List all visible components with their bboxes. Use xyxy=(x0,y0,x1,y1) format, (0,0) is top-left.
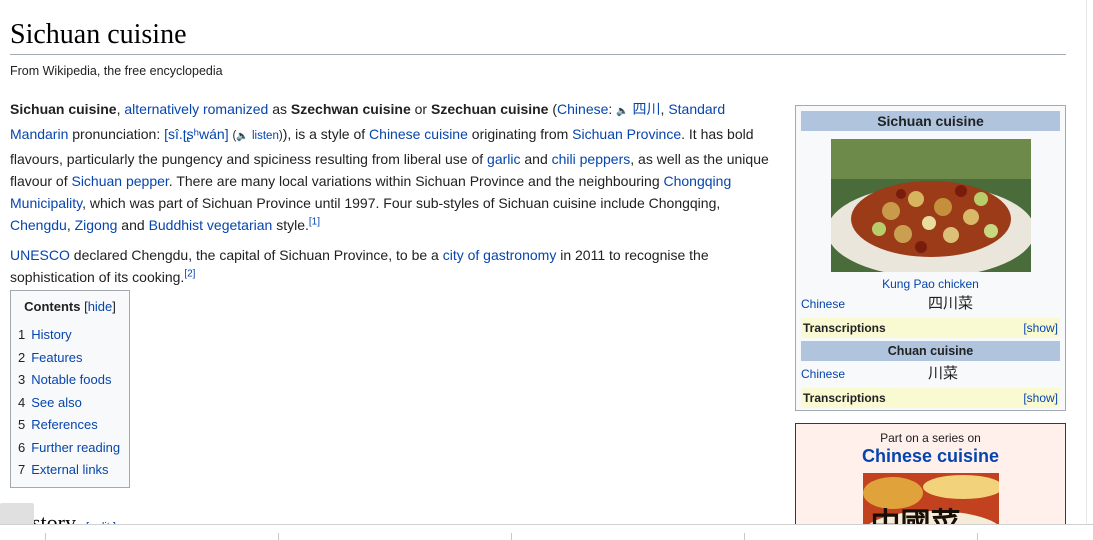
article-body: Sichuan cuisine, alternatively romanized… xyxy=(10,98,780,296)
infobox-row-chinese-2: Chinese 川菜 xyxy=(801,364,1060,384)
link-chinese[interactable]: Chinese xyxy=(557,101,608,117)
reference-1[interactable]: [1] xyxy=(309,216,320,227)
toc-link[interactable]: History xyxy=(31,327,71,342)
toc-number: 1 xyxy=(18,327,26,342)
link-hanzi[interactable]: 四川 xyxy=(633,101,661,117)
infobox: Sichuan cuisine Kung Pao chicken Chinese… xyxy=(795,105,1066,411)
toc-item-external-links[interactable]: 7 External links xyxy=(18,459,122,482)
toc-number: 7 xyxy=(18,462,26,477)
infobox-image-caption: Kung Pao chicken xyxy=(801,277,1060,291)
text: , which was part of Sichuan Province unt… xyxy=(82,195,721,211)
toc-link[interactable]: Notable foods xyxy=(31,372,111,387)
toc-hide-bracket: ] xyxy=(112,299,116,314)
link-chili-peppers[interactable]: chili peppers xyxy=(552,151,631,167)
series-title-link[interactable]: Chinese cuisine xyxy=(796,446,1065,467)
link-sichuan-province[interactable]: Sichuan Province xyxy=(572,126,681,142)
toc-hide-bracket: [ xyxy=(80,299,88,314)
link-garlic[interactable]: garlic xyxy=(487,151,520,167)
text: , xyxy=(66,217,75,233)
toc-title: Contents [hide] xyxy=(18,299,122,314)
kung-pao-chicken-image[interactable] xyxy=(830,139,1031,272)
toc-heading: Contents xyxy=(24,299,81,314)
link-chinese-cuisine[interactable]: Chinese cuisine xyxy=(369,126,468,142)
toc-number: 3 xyxy=(18,372,26,387)
toc-item-features[interactable]: 2 Features xyxy=(18,347,122,370)
text: originating from xyxy=(467,126,573,142)
text: ), is a style of xyxy=(282,126,370,142)
transcriptions-label-2: Transcriptions xyxy=(803,391,886,405)
vertical-scrollbar[interactable] xyxy=(1086,0,1093,524)
series-prefix: Part on a series on xyxy=(880,431,981,445)
infobox-title: Sichuan cuisine xyxy=(801,111,1060,131)
infobox-row-chinese: Chinese 四川菜 xyxy=(801,294,1060,314)
link-ipa[interactable]: [sî.ʈʂʰwán] xyxy=(164,126,229,142)
intro-paragraph-1: Sichuan cuisine, alternatively romanized… xyxy=(10,98,780,236)
speaker-icon[interactable]: 🔈 xyxy=(236,131,248,142)
link-city-of-gastronomy[interactable]: city of gastronomy xyxy=(443,247,557,263)
text: or xyxy=(410,101,431,117)
toc-list: 1 History 2 Features 3 Notable foods 4 See a… xyxy=(18,324,122,482)
text: and xyxy=(117,217,149,233)
infobox-label-chinese[interactable]: Chinese xyxy=(801,294,881,314)
infobox-transcriptions: Transcriptions [show] xyxy=(801,318,1060,338)
infobox-subheader: Chuan cuisine xyxy=(801,341,1060,361)
toc-number: 6 xyxy=(18,439,26,455)
link-alternatively-romanized[interactable]: alternatively romanized xyxy=(124,101,268,117)
toc-hide-toggle[interactable]: hide xyxy=(88,299,113,314)
link-sichuan-pepper[interactable]: Sichuan pepper xyxy=(71,173,168,189)
infobox-image-wrap xyxy=(801,139,1060,275)
intro-paragraph-2: UNESCO declared Chengdu, the capital of … xyxy=(10,244,780,288)
caption-link[interactable]: Kung Pao chicken xyxy=(882,277,979,291)
link-buddhist-vegetarian[interactable]: Buddhist vegetarian xyxy=(149,217,273,233)
transcriptions-label: Transcriptions xyxy=(803,321,886,335)
text: style. xyxy=(272,217,309,233)
speaker-icon[interactable]: 🔈 xyxy=(616,106,628,117)
text: . There are many local variations within… xyxy=(168,173,664,189)
bold-name: Sichuan cuisine xyxy=(10,101,117,117)
bold-szechuan: Szechuan cuisine xyxy=(430,101,549,117)
bottom-toolbar xyxy=(0,524,1093,540)
toc-link[interactable]: Features xyxy=(31,350,82,365)
toc-item-see-also[interactable]: 4 See also xyxy=(18,392,122,415)
series-navbox: Part on a series on Chinese cuisine 中國菜 xyxy=(795,423,1066,539)
transcriptions-show-toggle[interactable]: [show] xyxy=(1023,318,1058,338)
text: ( xyxy=(548,101,558,117)
toc-number: 5 xyxy=(18,417,26,432)
link-unesco[interactable]: UNESCO xyxy=(10,247,70,263)
toc-link[interactable]: References xyxy=(31,417,97,432)
link-chengdu[interactable]: Chengdu xyxy=(10,217,67,233)
food-photo-icon xyxy=(830,139,1031,272)
reference-2[interactable]: [2] xyxy=(184,268,195,279)
toc-number: 4 xyxy=(18,394,26,410)
infobox-value-chinese-2: 川菜 xyxy=(928,365,959,382)
link-zigong[interactable]: Zigong xyxy=(75,217,118,233)
toc-item-notable-foods[interactable]: 3 Notable foods xyxy=(18,369,122,392)
infobox-label-chinese-2[interactable]: Chinese xyxy=(801,364,881,384)
tagline: From Wikipedia, the free encyclopedia xyxy=(10,64,223,78)
bold-szechwan: Szechwan cuisine xyxy=(290,101,411,117)
text: declared Chengdu, the capital of Sichuan… xyxy=(69,247,443,263)
toc-link[interactable]: See also xyxy=(31,395,82,410)
toc-link[interactable]: External links xyxy=(31,462,108,477)
text: pronunciation: xyxy=(68,126,165,142)
toc-item-references[interactable]: 5 References xyxy=(18,414,122,437)
toc-item-further-reading[interactable]: 6 Further reading xyxy=(18,437,122,460)
text: and xyxy=(520,151,552,167)
toc-item-history[interactable]: 1 History xyxy=(18,324,122,347)
text: as xyxy=(268,101,291,117)
toc-number: 2 xyxy=(18,349,26,365)
toc-link[interactable]: Further reading xyxy=(31,440,120,455)
infobox-value-chinese: 四川菜 xyxy=(928,295,974,312)
infobox-transcriptions-2: Transcriptions [show] xyxy=(801,388,1060,408)
link-listen[interactable]: listen xyxy=(249,130,279,142)
transcriptions-show-toggle-2[interactable]: [show] xyxy=(1023,388,1058,408)
table-of-contents: Contents [hide] 1 History 2 Features 3 Nota… xyxy=(10,290,130,488)
page-title: Sichuan cuisine xyxy=(10,16,1066,55)
